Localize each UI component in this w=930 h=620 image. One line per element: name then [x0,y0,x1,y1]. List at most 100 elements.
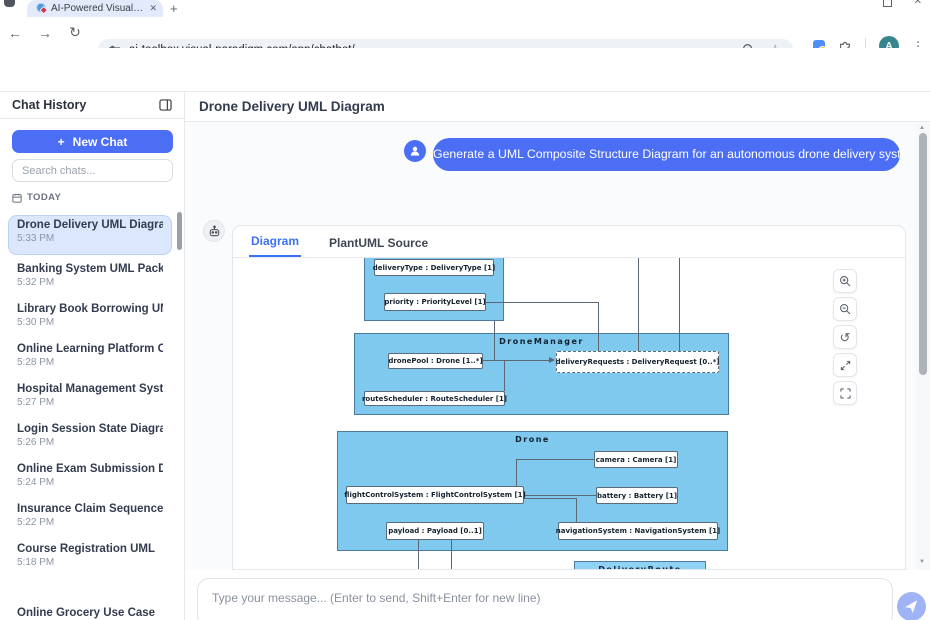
chat-item-title: Online Learning Platform Co... [17,343,163,355]
message-input-bar [185,570,930,620]
diagram-card: Diagram PlantUML Source deliveryType : D… [232,225,906,570]
plus-icon: + [58,135,65,149]
uml-part-navigation: navigationSystem : NavigationSystem [1] [558,522,718,540]
chat-item-title: Library Book Borrowing UML [17,303,163,315]
chat-item-time: 5:32 PM [17,277,163,288]
chat-item-time: 5:18 PM [17,557,163,568]
chat-item[interactable]: Library Book Borrowing UML 5:30 PM [8,299,172,339]
connector-line [451,540,452,569]
chat-item-title: Online Grocery Use Case [17,607,163,619]
chat-item-title: Online Exam Submission Dia... [17,463,163,475]
connector-line [598,302,599,351]
connector-line [516,459,517,486]
chat-item-time: 5:26 PM [17,437,163,448]
zoom-out-button[interactable] [833,297,857,321]
chat-item[interactable]: Online Exam Submission Dia... 5:24 PM [8,459,172,499]
connector-line [516,459,594,460]
chat-item-title: Banking System UML Packag... [17,263,163,275]
chat-item-time: 5:30 PM [17,317,163,328]
uml-part-priority: priority : PriorityLevel [1] [384,293,486,311]
connector-line [576,498,577,522]
tab-diagram[interactable]: Diagram [249,227,301,257]
connector-line [494,321,495,360]
sidebar-scrollbar[interactable] [177,212,182,250]
main-panel: Drone Delivery UML Diagram Generate a UM… [185,92,930,620]
chat-item[interactable]: Online Learning Platform Co... 5:28 PM [8,339,172,379]
uml-part-delivery-requests: deliveryRequests : DeliveryRequest [0..*… [556,351,719,373]
fullscreen-button[interactable] [833,381,857,405]
chat-item-time: 5:28 PM [17,357,163,368]
uml-part-flight-control: flightControlSystem : FlightControlSyste… [346,486,524,504]
connector-line [504,360,505,391]
sidebar: Chat History +New Chat TODAY Drone Deliv… [0,92,185,620]
uml-part-drone-pool: dronePool : Drone [1..*] [388,353,483,369]
uml-drone-title: Drone [338,432,727,444]
chat-item-time: 5:27 PM [17,397,163,408]
fit-to-screen-button[interactable] [833,353,857,377]
chat-item[interactable]: Drone Delivery UML Diagram 5:33 PM [8,215,172,255]
zoom-in-button[interactable] [833,269,857,293]
collapse-sidebar-icon[interactable] [159,99,172,111]
chat-history-list: Drone Delivery UML Diagram 5:33 PM Bankin… [0,207,185,620]
uml-part-route-scheduler: routeScheduler : RouteScheduler [1] [364,391,505,406]
chat-item[interactable]: Insurance Claim Sequence 5:22 PM [8,499,172,539]
chat-item-title: Insurance Claim Sequence [17,503,163,515]
new-tab-icon[interactable]: + [170,1,178,16]
conversation-title: Drone Delivery UML Diagram [199,99,385,114]
chat-item-time: 5:24 PM [17,477,163,488]
chat-item[interactable]: Login Session State Diagram5:26 PM [8,419,172,459]
bot-avatar [203,220,225,242]
user-message-bubble: Generate a UML Composite Structure Diagr… [433,138,900,171]
chat-scrollbar[interactable]: ▲ ▼ [916,122,930,570]
chat-item-time: 5:22 PM [17,517,163,528]
connector-line [486,302,598,303]
reload-icon[interactable]: ↻ [60,24,90,41]
section-today: TODAY [12,192,61,203]
user-message-avatar [404,140,426,162]
sidebar-title: Chat History [12,98,86,112]
forward-icon[interactable]: → [30,25,60,41]
chat-item[interactable]: Online Grocery Use Case [8,603,172,620]
section-label: TODAY [27,192,61,203]
connector-line [638,258,639,351]
uml-delivery-route-title: DeliveryRoute [575,562,705,569]
uml-part-payload: payload : Payload [0..1] [386,522,484,540]
send-button[interactable] [897,592,926,620]
chat-area: Generate a UML Composite Structure Diagr… [185,122,930,570]
uml-part-delivery-type: deliveryType : DeliveryType [1] [374,259,494,276]
connector-line [679,258,680,351]
tab-search-icon[interactable] [4,0,15,7]
uml-part-camera: camera : Camera [1] [594,451,678,468]
chat-item-time: 5:33 PM [17,233,163,244]
message-input[interactable] [197,578,893,620]
chat-item[interactable]: Banking System UML Packag... 5:32 PM [8,259,172,299]
scroll-down-icon[interactable]: ▼ [919,559,925,565]
diagram-tabs: Diagram PlantUML Source [233,226,905,258]
tab-plantuml-source[interactable]: PlantUML Source [327,229,430,257]
scroll-up-icon[interactable]: ▲ [919,125,925,131]
connector-line [418,540,419,569]
favicon-icon [36,3,47,14]
browser-tab[interactable]: AI-Powered Visual Modeling Ch ✕ [27,0,163,17]
chat-item-title: Course Registration UML [17,543,163,555]
window-close-icon[interactable]: ✕ [914,0,922,7]
browser-window: AI-Powered Visual Modeling Ch ✕ + ✕ ← → … [0,0,930,620]
chat-item-title: Drone Delivery UML Diagram [17,219,163,231]
search-chats-input[interactable] [12,159,173,182]
tab-strip: AI-Powered Visual Modeling Ch ✕ + ✕ [0,0,930,17]
scrollbar-thumb[interactable] [919,133,927,375]
diagram-viewport[interactable]: deliveryType : DeliveryType [1] priority… [233,258,905,569]
reset-view-button[interactable]: ↺ [833,325,857,349]
tab-close-icon[interactable]: ✕ [149,3,157,14]
window-maximize-icon[interactable] [883,0,892,7]
chat-item[interactable]: Hospital Management Syste...5:27 PM [8,379,172,419]
connector-line [524,495,596,496]
reset-icon: ↺ [840,331,851,344]
back-icon[interactable]: ← [0,25,30,41]
chat-item[interactable]: Course Registration UML 5:18 PM [8,539,172,579]
connector-line [483,360,550,361]
uml-part-battery: battery : Battery [1] [596,487,678,504]
app-header: Chatbot Powered by Visual Paradigm ☾ Mor… [0,48,930,92]
browser-toolbar: ← → ↻ ai-toolbox.visual-paradigm.com/app… [0,17,930,48]
new-chat-button[interactable]: +New Chat [12,130,173,153]
